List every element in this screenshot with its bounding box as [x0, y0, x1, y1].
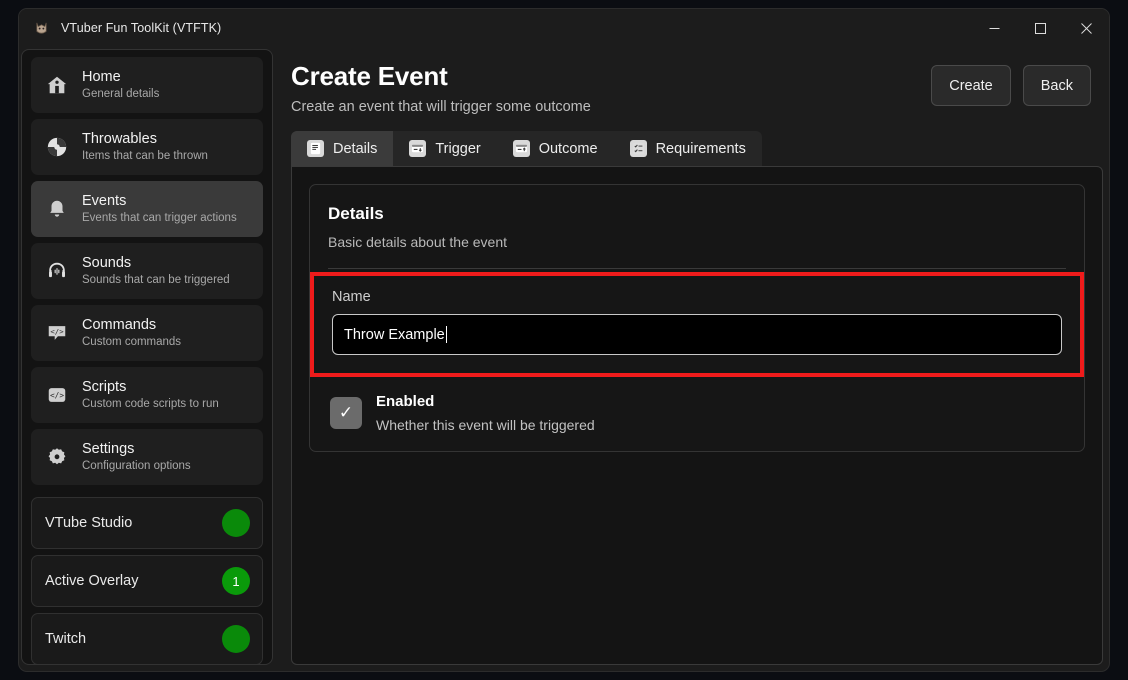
sidebar-item-label: Scripts — [82, 378, 127, 395]
back-button[interactable]: Back — [1022, 65, 1091, 106]
tab-label: Details — [333, 140, 378, 157]
enabled-sublabel: Whether this event will be triggered — [376, 417, 595, 433]
sidebar-item-sounds[interactable]: Sounds Sounds that can be triggered — [31, 243, 263, 299]
window-title: VTuber Fun ToolKit (VTFTK) — [61, 21, 222, 35]
app-window: VTuber Fun ToolKit (VTFTK) Home General … — [18, 8, 1110, 672]
status-badge: 1 — [222, 567, 250, 595]
sidebar-item-sublabel: Events that can trigger actions — [82, 211, 237, 224]
sidebar-item-sublabel: Custom code scripts to run — [82, 397, 219, 410]
status-badge — [222, 509, 250, 537]
gear-icon — [44, 444, 70, 470]
sidebar-item-home[interactable]: Home General details — [31, 57, 263, 113]
headphones-icon — [44, 258, 70, 284]
window-controls — [971, 9, 1109, 47]
sidebar-item-sublabel: Items that can be thrown — [82, 149, 208, 162]
app-logo-icon — [33, 20, 50, 37]
checklist-icon — [629, 140, 647, 157]
sidebar: Home General details Throwables Items th… — [21, 49, 273, 665]
status-badge — [222, 625, 250, 653]
enabled-row[interactable]: ✓ Enabled Whether this event will be tri… — [310, 377, 1084, 451]
input-up-icon — [512, 140, 530, 157]
tab-content-panel: Details Basic details about the event Na… — [291, 166, 1103, 665]
details-card-title: Details — [328, 204, 384, 223]
details-card-subtitle: Basic details about the event — [328, 234, 508, 250]
status-item-active-overlay[interactable]: Active Overlay 1 — [31, 555, 263, 607]
status-label: Twitch — [45, 631, 87, 647]
card-divider — [328, 268, 1066, 269]
enabled-checkbox[interactable]: ✓ — [330, 396, 362, 429]
sidebar-item-sublabel: General details — [82, 87, 160, 100]
svg-text:</>: </> — [50, 391, 64, 400]
main-panel: Create Event Create an event that will t… — [279, 49, 1103, 665]
code-chat-icon: </> — [44, 320, 70, 346]
name-field-highlight-group: Name Throw Example — [310, 272, 1084, 377]
tab-details[interactable]: Details — [291, 131, 394, 166]
tab-label: Outcome — [538, 140, 598, 157]
minimize-icon[interactable] — [971, 9, 1017, 47]
sidebar-item-label: Commands — [82, 316, 157, 333]
enabled-label: Enabled — [376, 393, 435, 410]
tab-label: Trigger — [435, 140, 481, 157]
close-icon[interactable] — [1063, 9, 1109, 47]
maximize-icon[interactable] — [1017, 9, 1063, 47]
sidebar-item-label: Home — [82, 68, 121, 85]
details-card-header: Details Basic details about the event — [310, 185, 1084, 250]
sidebar-item-scripts[interactable]: </> Scripts Custom code scripts to run — [31, 367, 263, 423]
ball-icon — [44, 134, 70, 160]
tab-bar: Details Trigger Outcome Requirements — [291, 131, 762, 166]
tab-outcome[interactable]: Outcome — [497, 131, 614, 166]
name-input[interactable]: Throw Example — [332, 314, 1062, 355]
tab-requirements[interactable]: Requirements — [614, 131, 762, 166]
create-button[interactable]: Create — [931, 65, 1011, 106]
sidebar-item-sublabel: Sounds that can be triggered — [82, 273, 230, 286]
sidebar-item-settings[interactable]: Settings Configuration options — [31, 429, 263, 485]
status-item-vtube-studio[interactable]: VTube Studio — [31, 497, 263, 549]
title-bar: VTuber Fun ToolKit (VTFTK) — [19, 9, 1109, 47]
status-label: VTube Studio — [45, 515, 133, 531]
status-list: VTube Studio Active Overlay 1 Twitch — [31, 497, 263, 664]
main-header: Create Event Create an event that will t… — [279, 49, 1103, 115]
status-item-twitch[interactable]: Twitch — [31, 613, 263, 664]
sidebar-item-commands[interactable]: </> Commands Custom commands — [31, 305, 263, 361]
sidebar-item-label: Throwables — [82, 130, 157, 147]
header-actions: Create Back — [931, 65, 1091, 106]
sidebar-item-events[interactable]: Events Events that can trigger actions — [31, 181, 263, 237]
sidebar-item-sublabel: Custom commands — [82, 335, 182, 348]
sidebar-item-label: Sounds — [82, 254, 132, 271]
name-input-value: Throw Example — [344, 326, 445, 343]
bell-icon — [44, 196, 70, 222]
input-down-icon — [409, 140, 427, 157]
status-label: Active Overlay — [45, 573, 139, 589]
document-icon — [307, 140, 324, 157]
details-card: Details Basic details about the event Na… — [309, 184, 1085, 452]
body-split: Home General details Throwables Items th… — [19, 47, 1109, 671]
home-icon — [44, 72, 70, 98]
sidebar-item-label: Events — [82, 192, 127, 209]
sidebar-item-sublabel: Configuration options — [82, 459, 191, 472]
tab-label: Requirements — [655, 140, 746, 157]
sidebar-item-throwables[interactable]: Throwables Items that can be thrown — [31, 119, 263, 175]
sidebar-item-label: Settings — [82, 440, 135, 457]
svg-text:</>: </> — [50, 327, 64, 336]
name-field-label: Name — [332, 289, 371, 305]
code-icon: </> — [44, 382, 70, 408]
tab-trigger[interactable]: Trigger — [393, 131, 496, 166]
text-caret — [445, 326, 447, 343]
